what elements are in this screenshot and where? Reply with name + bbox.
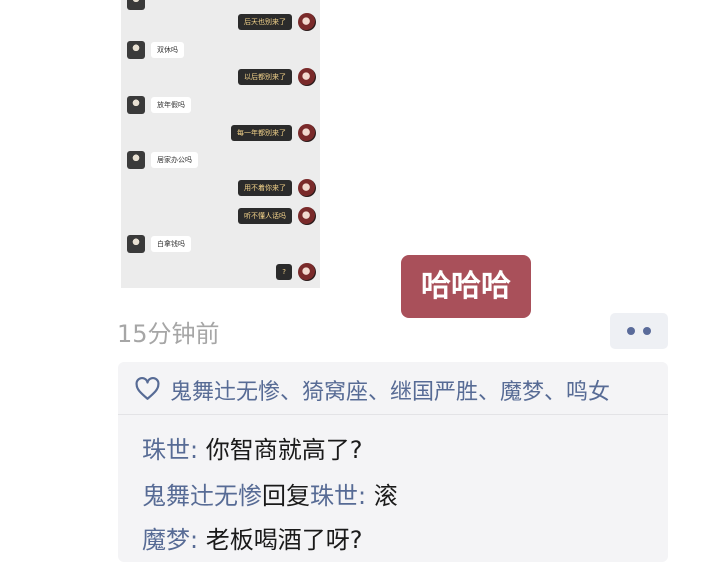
chat-bubble-sent: 每一年都别来了 bbox=[231, 125, 292, 141]
reply-target[interactable]: 珠世 bbox=[310, 482, 358, 510]
heart-outline-icon bbox=[135, 376, 160, 400]
comment-separator: : bbox=[358, 482, 374, 510]
likes-names[interactable]: 鬼舞辻无惨、猗窝座、继国严胜、魔梦、鸣女 bbox=[170, 374, 610, 406]
comment-author[interactable]: 鬼舞辻无惨 bbox=[142, 482, 262, 510]
user-avatar bbox=[298, 13, 316, 31]
user-avatar bbox=[298, 124, 316, 142]
comment-text: 滚 bbox=[373, 482, 398, 510]
comment-item[interactable]: 鬼舞辻无惨回复珠世: 滚 bbox=[142, 476, 398, 511]
reply-label: 回复 bbox=[262, 482, 310, 510]
chat-bubble-sent: 用不着你来了 bbox=[238, 180, 292, 196]
comment-text: 你智商就高了? bbox=[205, 436, 363, 464]
comment-separator: : bbox=[190, 526, 206, 554]
chat-message: 放年假吗 bbox=[121, 94, 320, 116]
chat-message: 白拿钱吗 bbox=[121, 233, 320, 255]
chat-bubble-sent: 听不懂人话吗 bbox=[238, 208, 292, 224]
chat-bubble-received: 放年假吗 bbox=[151, 97, 191, 113]
user-avatar bbox=[298, 179, 316, 197]
contact-avatar bbox=[127, 151, 145, 169]
more-dots-icon bbox=[643, 327, 651, 335]
contact-avatar bbox=[127, 0, 145, 10]
comment-item[interactable]: 珠世: 你智商就高了? bbox=[142, 430, 362, 465]
chat-message: 用不着你来了 bbox=[121, 177, 320, 199]
comment-author[interactable]: 魔梦 bbox=[142, 526, 190, 554]
contact-avatar bbox=[127, 96, 145, 114]
comment-text: 老板喝酒了呀? bbox=[205, 526, 363, 554]
user-avatar bbox=[298, 207, 316, 225]
comment-item[interactable]: 魔梦: 老板喝酒了呀? bbox=[142, 520, 362, 555]
chat-bubble-sent: 后天也别来了 bbox=[238, 14, 292, 30]
comment-panel: 鬼舞辻无惨、猗窝座、继国严胜、魔梦、鸣女 珠世: 你智商就高了? 鬼舞辻无惨回复… bbox=[118, 362, 668, 562]
chat-message: 双休吗 bbox=[121, 39, 320, 61]
chat-message: 听不懂人话吗 bbox=[121, 205, 320, 227]
chat-bubble-received: 双休吗 bbox=[151, 42, 184, 58]
chat-bubble-received: 白拿钱吗 bbox=[151, 236, 191, 252]
user-avatar bbox=[298, 68, 316, 86]
contact-avatar bbox=[127, 235, 145, 253]
chat-message: 以后都别来了 bbox=[121, 66, 320, 88]
comment-author[interactable]: 珠世 bbox=[142, 436, 190, 464]
chat-screenshot-image[interactable]: 后天也别来了 双休吗 以后都别来了 放年假吗 每一年都别来了 居家办公吗 用不着… bbox=[121, 0, 320, 288]
chat-bubble-received: 居家办公吗 bbox=[151, 152, 198, 168]
chat-message: 每一年都别来了 bbox=[121, 122, 320, 144]
chat-bubble-sent: ? bbox=[276, 264, 292, 280]
chat-bubble-sent: 以后都别来了 bbox=[238, 69, 292, 85]
chat-message: ? bbox=[121, 261, 320, 283]
post-timestamp: 15分钟前 bbox=[117, 320, 220, 348]
caption-sticker: 哈哈哈 bbox=[401, 255, 531, 318]
chat-message: 居家办公吗 bbox=[121, 149, 320, 171]
more-dots-icon bbox=[627, 327, 635, 335]
comment-separator: : bbox=[190, 436, 206, 464]
likes-row: 鬼舞辻无惨、猗窝座、继国严胜、魔梦、鸣女 bbox=[118, 362, 668, 415]
more-button[interactable] bbox=[610, 313, 668, 349]
chat-message: 后天也别来了 bbox=[121, 11, 320, 33]
user-avatar bbox=[298, 263, 316, 281]
contact-avatar bbox=[127, 41, 145, 59]
